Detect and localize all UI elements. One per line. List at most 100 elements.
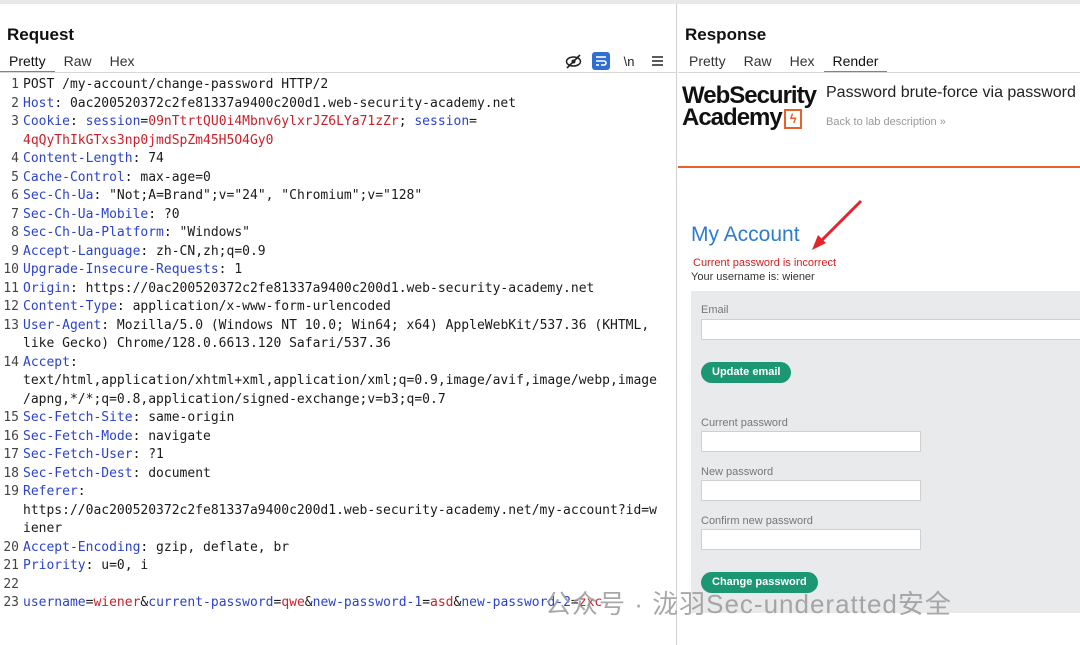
line-number: 17: [3, 447, 19, 462]
header-key: Referer: [23, 484, 78, 499]
request-line: Cache-Control: max-age=0: [23, 170, 671, 185]
back-to-lab-link[interactable]: Back to lab description »: [826, 116, 946, 128]
param-value: asd: [430, 595, 454, 610]
request-line: Sec-Fetch-Mode: navigate: [23, 429, 671, 444]
request-line: https://0ac200520372c2fe81337a9400c200d1…: [23, 503, 671, 518]
header-key: Accept-Language: [23, 243, 141, 259]
line-number: 6: [11, 188, 19, 203]
line-number: 13: [3, 317, 19, 333]
param-value: qwe: [281, 595, 305, 610]
request-line: Sec-Ch-Ua-Platform: "Windows": [23, 225, 671, 240]
request-line: like Gecko) Chrome/128.0.6613.120 Safari…: [23, 336, 671, 351]
request-line: Referer:: [23, 484, 671, 499]
header-key: username: [23, 595, 86, 610]
line-number: 10: [3, 262, 19, 277]
current-password-input[interactable]: [701, 431, 921, 452]
line-number: 19: [3, 484, 19, 499]
plain-text: :: [69, 114, 86, 129]
plain-text: : document: [132, 465, 211, 481]
wrap-lines-icon[interactable]: [592, 52, 610, 70]
response-tab-render[interactable]: Render: [823, 51, 888, 73]
request-tab-pretty[interactable]: Pretty: [0, 51, 55, 73]
request-line: Content-Length: 74: [23, 151, 671, 166]
new-password-input[interactable]: [701, 480, 921, 501]
header-key: Sec-Ch-Ua-Platform: [23, 225, 164, 240]
request-line: Accept-Language: zh-CN,zh;q=0.9: [23, 244, 671, 259]
line-number: 5: [11, 169, 19, 185]
header-key: Sec-Ch-Ua-Mobile: [23, 206, 149, 222]
line-number: 2: [11, 95, 19, 111]
plain-text: =: [469, 114, 477, 129]
line-number: 18: [3, 465, 19, 481]
response-tab-hex[interactable]: Hex: [781, 51, 824, 73]
header-key: Origin: [23, 280, 70, 296]
eye-slash-icon[interactable]: [564, 52, 582, 70]
new-password-label: New password: [701, 466, 774, 478]
request-line: text/html,application/xhtml+xml,applicat…: [23, 373, 671, 388]
response-tab-pretty[interactable]: Pretty: [680, 51, 735, 73]
error-message: Current password is incorrect: [693, 257, 837, 269]
line-number: 11: [3, 280, 19, 296]
response-tabs: Pretty Raw Hex Render: [680, 51, 888, 73]
plain-text: : navigate: [132, 428, 211, 444]
plain-text: &: [304, 595, 313, 610]
request-line: Sec-Fetch-User: ?1: [23, 447, 671, 462]
plain-text: : zh-CN,zh;q=0.9: [140, 243, 266, 259]
username-text: Your username is: wiener: [691, 271, 815, 283]
request-tab-hex[interactable]: Hex: [101, 51, 144, 73]
plain-text: iener: [23, 521, 63, 536]
plain-text: : same-origin: [132, 410, 235, 425]
email-input[interactable]: [701, 319, 1080, 340]
request-line: Priority: u=0, i: [23, 558, 671, 573]
header-divider: [678, 166, 1080, 168]
logo-line-2: Academy ϟ: [682, 104, 816, 131]
request-line: /apng,*/*;q=0.8,application/signed-excha…: [23, 392, 671, 407]
plain-text: :: [69, 354, 78, 370]
line-number: 3: [11, 114, 19, 129]
line-number: 15: [3, 410, 19, 425]
plain-text: POST /my-account/change-password HTTP/2: [23, 77, 329, 92]
header-key: Upgrade-Insecure-Requests: [23, 262, 219, 277]
header-key: Sec-Fetch-User: [23, 447, 133, 462]
update-email-button[interactable]: Update email: [701, 362, 792, 383]
header-key: Priority: [23, 558, 86, 573]
request-line: Upgrade-Insecure-Requests: 1: [23, 262, 671, 277]
line-number: 21: [3, 558, 19, 573]
header-key: Cookie: [23, 114, 70, 129]
newline-icon[interactable]: \n: [620, 52, 638, 70]
plain-text: : ?0: [148, 206, 180, 222]
plain-text: /apng,*/*;q=0.8,application/signed-excha…: [23, 391, 446, 407]
line-number: 8: [11, 225, 19, 240]
header-key: Accept: [23, 354, 70, 370]
header-key: session: [414, 114, 470, 129]
plain-text: ;: [398, 114, 415, 129]
line-number: 14: [3, 354, 19, 370]
request-tabs: Pretty Raw Hex: [0, 51, 144, 73]
plain-text: https://0ac200520372c2fe81337a9400c200d1…: [23, 502, 657, 518]
plain-text: : gzip, deflate, br: [140, 539, 290, 555]
param-value: 4qQyThIkGTxs3np0jmdSpZm45H5O4Gy0: [23, 132, 274, 148]
lab-title: Password brute-force via password c: [826, 84, 1080, 101]
line-number: 4: [11, 151, 19, 166]
current-password-label: Current password: [701, 417, 788, 429]
request-pane: Request Pretty Raw Hex \n 1 POST /my-acco…: [0, 4, 677, 645]
confirm-password-input[interactable]: [701, 529, 921, 550]
request-line: Sec-Ch-Ua-Mobile: ?0: [23, 207, 671, 222]
response-tab-raw[interactable]: Raw: [735, 51, 781, 73]
watermark: 公众号 · 泷羽Sec-underatted安全: [545, 589, 952, 619]
request-tab-raw[interactable]: Raw: [55, 51, 101, 73]
menu-icon[interactable]: [648, 52, 666, 70]
line-number: 22: [3, 576, 19, 592]
rendered-page: WebSecurity Academy ϟ Password brute-forc…: [678, 75, 1080, 645]
plain-text: : 74: [132, 151, 164, 166]
request-line: Accept-Encoding: gzip, deflate, br: [23, 540, 671, 555]
header-key: Sec-Fetch-Mode: [23, 428, 133, 444]
lightning-bolt-icon: ϟ: [783, 108, 802, 129]
request-toolbar: \n: [564, 51, 666, 71]
header-key: Cache-Control: [23, 169, 125, 185]
line-number: 12: [3, 299, 19, 314]
request-line: Host: 0ac200520372c2fe81337a9400c200d1.w…: [23, 96, 671, 111]
line-number: 1: [11, 77, 19, 92]
header-key: Sec-Fetch-Dest: [23, 465, 133, 481]
logo-academy-text: Academy: [682, 104, 783, 131]
